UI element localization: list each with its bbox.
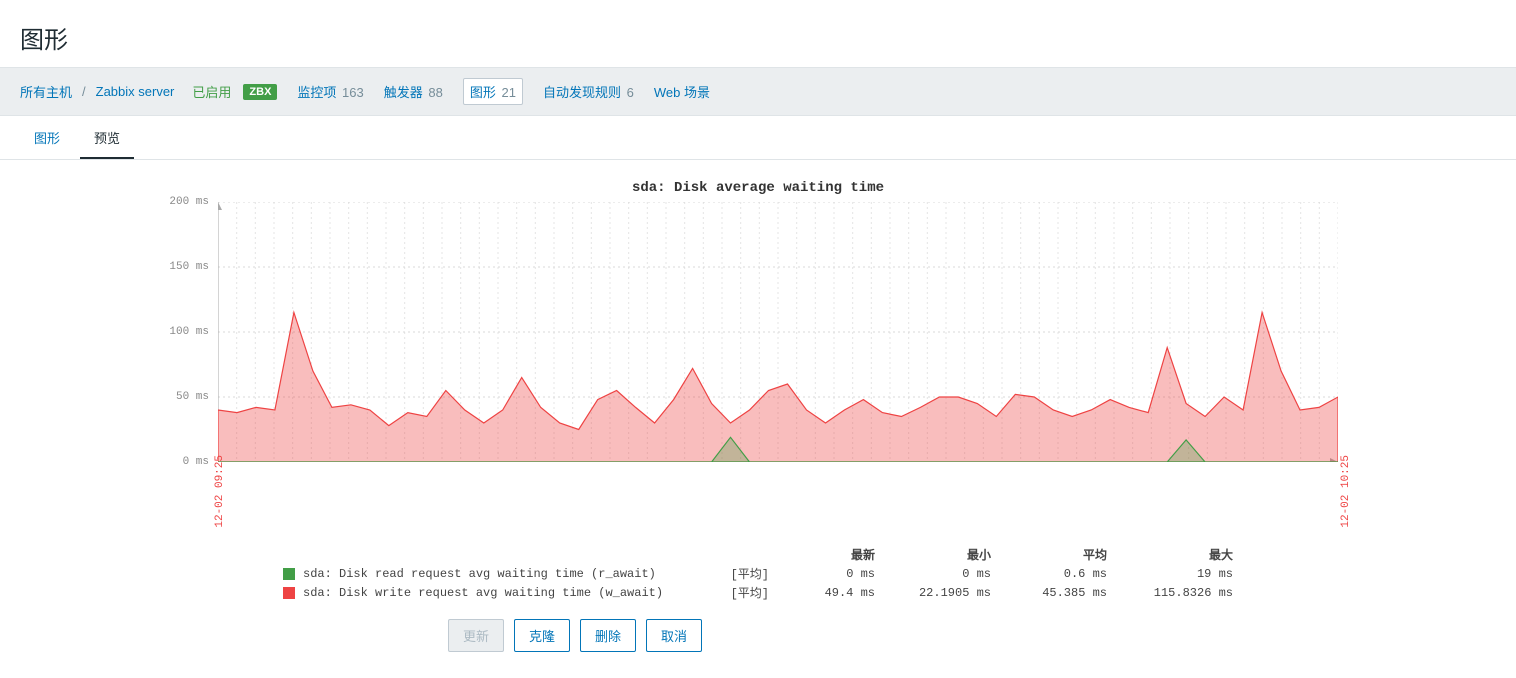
legend-latest: 0 ms xyxy=(775,567,875,581)
zbx-badge: ZBX xyxy=(243,84,277,100)
legend-series-name: sda: Disk read request avg waiting time … xyxy=(303,567,683,581)
nav-discovery-label: 自动发现规则 xyxy=(543,85,621,100)
status-enabled: 已启用 xyxy=(192,82,231,101)
nav-items-count: 163 xyxy=(342,85,364,100)
legend-latest: 49.4 ms xyxy=(775,586,875,600)
legend-max: 19 ms xyxy=(1113,567,1233,581)
nav-discovery[interactable]: 自动发现规则 6 xyxy=(543,82,634,101)
host-nav-bar: 所有主机 / Zabbix server 已启用 ZBX 监控项 163 触发器… xyxy=(0,67,1516,116)
nav-graphs-label: 图形 xyxy=(470,85,496,100)
legend-swatch xyxy=(283,587,295,599)
nav-triggers-count: 88 xyxy=(428,85,442,100)
x-end-label: 12-02 10:25 xyxy=(1340,455,1352,528)
tab-preview[interactable]: 预览 xyxy=(80,118,134,159)
legend-avg: 45.385 ms xyxy=(997,586,1107,600)
y-tick-label: 0 ms xyxy=(183,456,209,468)
nav-triggers[interactable]: 触发器 88 xyxy=(384,82,443,101)
nav-items-label: 监控项 xyxy=(297,85,336,100)
legend-max: 115.8326 ms xyxy=(1113,586,1233,600)
tab-graph[interactable]: 图形 xyxy=(20,118,74,159)
breadcrumb-all-hosts[interactable]: 所有主机 xyxy=(20,82,72,101)
clone-button[interactable]: 克隆 xyxy=(514,619,570,652)
legend-aggregate: [平均] xyxy=(689,584,769,601)
y-tick-label: 150 ms xyxy=(169,261,209,273)
nav-graphs-count: 21 xyxy=(502,85,516,100)
legend-min: 0 ms xyxy=(881,567,991,581)
nav-triggers-label: 触发器 xyxy=(384,85,423,100)
legend-min: 22.1905 ms xyxy=(881,586,991,600)
chart-plot xyxy=(218,202,1338,462)
chart-legend: 最新最小平均最大sda: Disk read request avg waiti… xyxy=(158,546,1358,601)
cancel-button[interactable]: 取消 xyxy=(646,619,702,652)
update-button: 更新 xyxy=(448,619,504,652)
breadcrumb-host[interactable]: Zabbix server xyxy=(96,84,175,99)
chart-box: 0 ms50 ms100 ms150 ms200 ms 12-02 09:25 … xyxy=(218,202,1348,462)
nav-items[interactable]: 监控项 163 xyxy=(297,82,363,101)
legend-series-name: sda: Disk write request avg waiting time… xyxy=(303,586,683,600)
delete-button[interactable]: 删除 xyxy=(580,619,636,652)
chart-title: sda: Disk average waiting time xyxy=(158,180,1358,196)
y-tick-label: 50 ms xyxy=(176,391,209,403)
y-tick-label: 100 ms xyxy=(169,326,209,338)
legend-swatch xyxy=(283,568,295,580)
tabs: 图形 预览 xyxy=(0,118,1516,160)
x-start-label: 12-02 09:25 xyxy=(214,455,226,528)
nav-discovery-count: 6 xyxy=(627,85,634,100)
legend-avg: 0.6 ms xyxy=(997,567,1107,581)
breadcrumb-sep: / xyxy=(82,84,86,99)
nav-graphs[interactable]: 图形 21 xyxy=(463,78,523,105)
button-row: 更新 克隆 删除 取消 xyxy=(448,601,1358,672)
y-tick-label: 200 ms xyxy=(169,196,209,208)
nav-web[interactable]: Web 场景 xyxy=(654,82,710,101)
page-title: 图形 xyxy=(20,20,1516,55)
legend-aggregate: [平均] xyxy=(689,565,769,582)
